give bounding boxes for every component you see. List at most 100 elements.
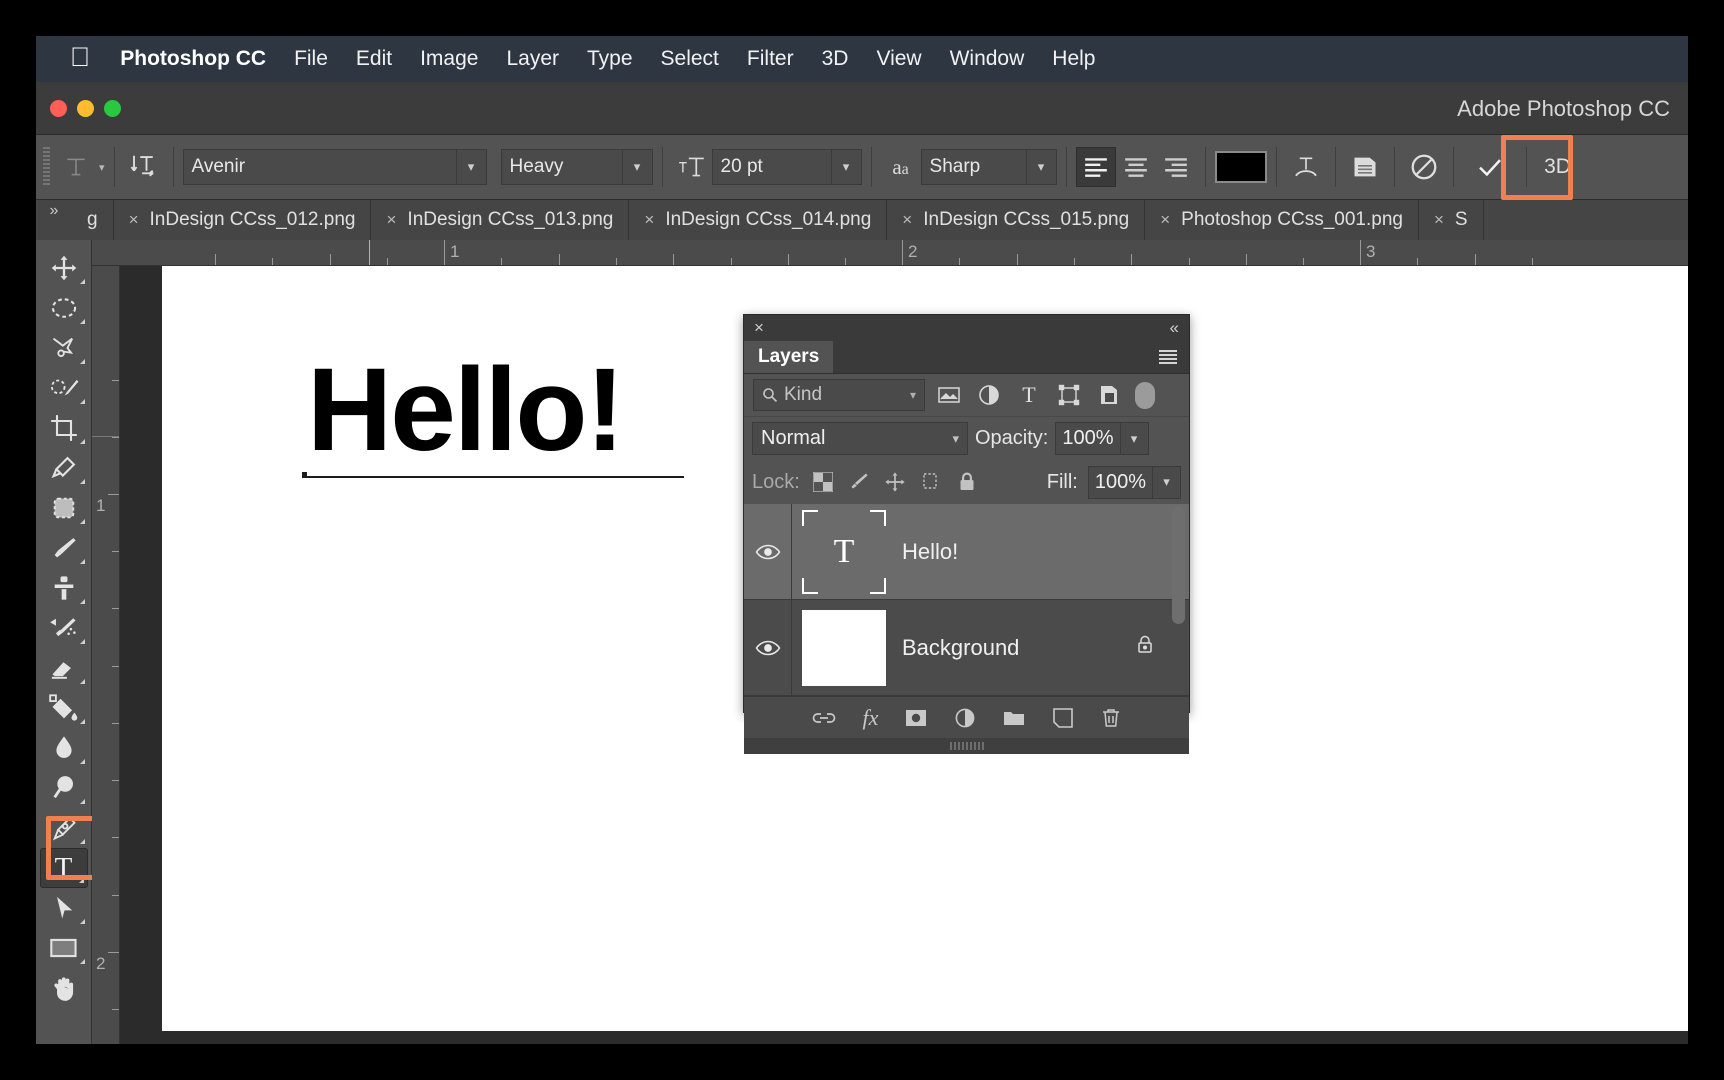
menu-type[interactable]: Type xyxy=(587,47,633,71)
layers-panel[interactable]: × « Layers Kind ▾ T Normal ▾ Opacity: 10… xyxy=(743,314,1190,754)
tool-eraser-tool[interactable] xyxy=(40,648,88,688)
tool-crop-tool[interactable] xyxy=(40,408,88,448)
tool-expand-triangle-icon[interactable] xyxy=(79,679,85,684)
smartobject-filter-icon[interactable] xyxy=(1093,380,1125,410)
tool-patch-tool[interactable] xyxy=(40,488,88,528)
tool-type-tool[interactable]: T xyxy=(39,848,88,888)
close-tab-icon[interactable]: × xyxy=(644,210,654,230)
antialias-value[interactable]: Sharp xyxy=(920,149,1027,185)
layers-scrollbar-thumb[interactable] xyxy=(1172,506,1185,624)
font-size-value[interactable]: 20 pt xyxy=(711,149,832,185)
collapse-panel-icon[interactable]: « xyxy=(1170,318,1179,338)
menu-select[interactable]: Select xyxy=(661,47,719,71)
menu-image[interactable]: Image xyxy=(420,47,478,71)
panel-menu-icon[interactable] xyxy=(1157,341,1189,373)
tool-expand-triangle-icon[interactable] xyxy=(79,399,85,404)
tool-expand-triangle-icon[interactable] xyxy=(79,479,85,484)
menu-3d[interactable]: 3D xyxy=(822,47,849,71)
tool-expand-triangle-icon[interactable] xyxy=(79,559,85,564)
tool-path-selection-tool[interactable] xyxy=(40,888,88,928)
lock-artboard-icon[interactable] xyxy=(918,469,944,495)
filter-toggle-switch[interactable] xyxy=(1135,381,1155,409)
font-size-control[interactable]: 20 pt ▾ xyxy=(711,149,862,185)
apple-logo-icon[interactable]:  xyxy=(70,43,90,71)
link-layers-button[interactable] xyxy=(811,709,837,727)
font-family-chevron-down-icon[interactable]: ▾ xyxy=(456,149,487,185)
fill-chevron-down-icon[interactable]: ▾ xyxy=(1153,465,1181,499)
type-filter-icon[interactable]: T xyxy=(1013,380,1045,410)
eye-visibility-icon[interactable] xyxy=(744,504,792,599)
fill-value[interactable]: 100% xyxy=(1087,465,1153,499)
tool-eyedropper-tool[interactable] xyxy=(40,448,88,488)
app-name-menu[interactable]: Photoshop CC xyxy=(120,47,266,71)
filter-kind-chevron-down-icon[interactable]: ▾ xyxy=(910,388,916,402)
font-style-control[interactable]: Heavy ▾ xyxy=(500,149,653,185)
font-style-chevron-down-icon[interactable]: ▾ xyxy=(622,149,653,185)
tool-clone-stamp-tool[interactable] xyxy=(40,568,88,608)
adjustment-filter-icon[interactable] xyxy=(973,380,1005,410)
commit-edit-checkmark[interactable] xyxy=(1463,147,1517,187)
tab-photoshop-001[interactable]: × Photoshop CCss_001.png xyxy=(1145,200,1419,240)
tool-brush-tool[interactable] xyxy=(40,528,88,568)
tool-expand-triangle-icon[interactable] xyxy=(79,839,85,844)
layer-row-background[interactable]: Background xyxy=(744,600,1189,696)
options-bar-grip[interactable] xyxy=(43,147,50,187)
chevron-double-right-icon[interactable]: » xyxy=(36,200,72,240)
maximize-window-button[interactable] xyxy=(104,99,121,117)
tool-pen-tool[interactable] xyxy=(40,808,88,848)
font-style-value[interactable]: Heavy xyxy=(500,149,623,185)
tool-expand-triangle-icon[interactable] xyxy=(78,878,84,883)
tool-paint-bucket-tool[interactable] xyxy=(40,688,88,728)
tool-expand-triangle-icon[interactable] xyxy=(79,799,85,804)
lock-image-pixels-icon[interactable] xyxy=(846,469,872,495)
layer-list[interactable]: T Hello! Background xyxy=(744,504,1189,696)
tab-indesign-012[interactable]: × InDesign CCss_012.png xyxy=(114,200,372,240)
warp-text-icon[interactable] xyxy=(1286,147,1326,187)
tool-expand-triangle-icon[interactable] xyxy=(79,519,85,524)
lock-position-icon[interactable] xyxy=(882,469,908,495)
layer-name[interactable]: Hello! xyxy=(902,539,958,565)
tool-expand-triangle-icon[interactable] xyxy=(79,599,85,604)
close-window-button[interactable] xyxy=(50,99,67,117)
menu-layer[interactable]: Layer xyxy=(506,47,559,71)
tab-truncated-left[interactable]: g xyxy=(72,200,114,240)
new-layer-button[interactable] xyxy=(1052,707,1074,729)
close-tab-icon[interactable]: × xyxy=(1434,210,1444,230)
align-left-icon[interactable] xyxy=(1075,147,1116,187)
tool-expand-triangle-icon[interactable] xyxy=(79,959,85,964)
menu-help[interactable]: Help xyxy=(1052,47,1095,71)
delete-layer-button[interactable] xyxy=(1100,707,1122,729)
minimize-window-button[interactable] xyxy=(77,99,94,117)
tool-quick-selection-tool[interactable] xyxy=(40,368,88,408)
font-size-chevron-down-icon[interactable]: ▾ xyxy=(831,149,862,185)
image-filter-icon[interactable] xyxy=(933,380,965,410)
opacity-chevron-down-icon[interactable]: ▾ xyxy=(1120,422,1149,455)
horizontal-ruler[interactable]: 1 2 3 xyxy=(92,240,1688,266)
tool-preset-chevron-down-icon[interactable]: ▾ xyxy=(99,161,105,174)
tool-elliptical-marquee-tool[interactable] xyxy=(40,288,88,328)
lock-transparent-pixels-icon[interactable] xyxy=(810,469,836,495)
tool-expand-triangle-icon[interactable] xyxy=(79,759,85,764)
text-color-swatch[interactable] xyxy=(1214,151,1267,183)
close-tab-icon[interactable]: × xyxy=(386,210,396,230)
menu-view[interactable]: View xyxy=(876,47,921,71)
layer-row-hello[interactable]: T Hello! xyxy=(744,504,1189,600)
white-background-thumbnail[interactable] xyxy=(802,606,886,690)
tool-move-tool[interactable] xyxy=(40,248,88,288)
antialias-chevron-down-icon[interactable]: ▾ xyxy=(1026,149,1057,185)
text-layer-thumbnail[interactable]: T xyxy=(802,509,886,594)
tool-expand-triangle-icon[interactable] xyxy=(79,719,85,724)
tool-history-brush-tool[interactable] xyxy=(40,608,88,648)
vertical-ruler[interactable]: 1 2 xyxy=(92,266,120,1044)
layer-mask-button[interactable] xyxy=(904,708,928,728)
new-group-button[interactable] xyxy=(1002,708,1026,728)
shape-filter-icon[interactable] xyxy=(1053,380,1085,410)
tool-blur-tool[interactable] xyxy=(40,728,88,768)
tab-indesign-015[interactable]: × InDesign CCss_015.png xyxy=(887,200,1146,240)
blend-mode-chevron-down-icon[interactable]: ▾ xyxy=(952,431,959,447)
tool-hand-tool[interactable] xyxy=(40,968,88,1008)
menu-filter[interactable]: Filter xyxy=(747,47,794,71)
opacity-value[interactable]: 100% xyxy=(1055,422,1121,455)
tab-layers[interactable]: Layers xyxy=(744,341,834,373)
tool-expand-triangle-icon[interactable] xyxy=(79,279,85,284)
